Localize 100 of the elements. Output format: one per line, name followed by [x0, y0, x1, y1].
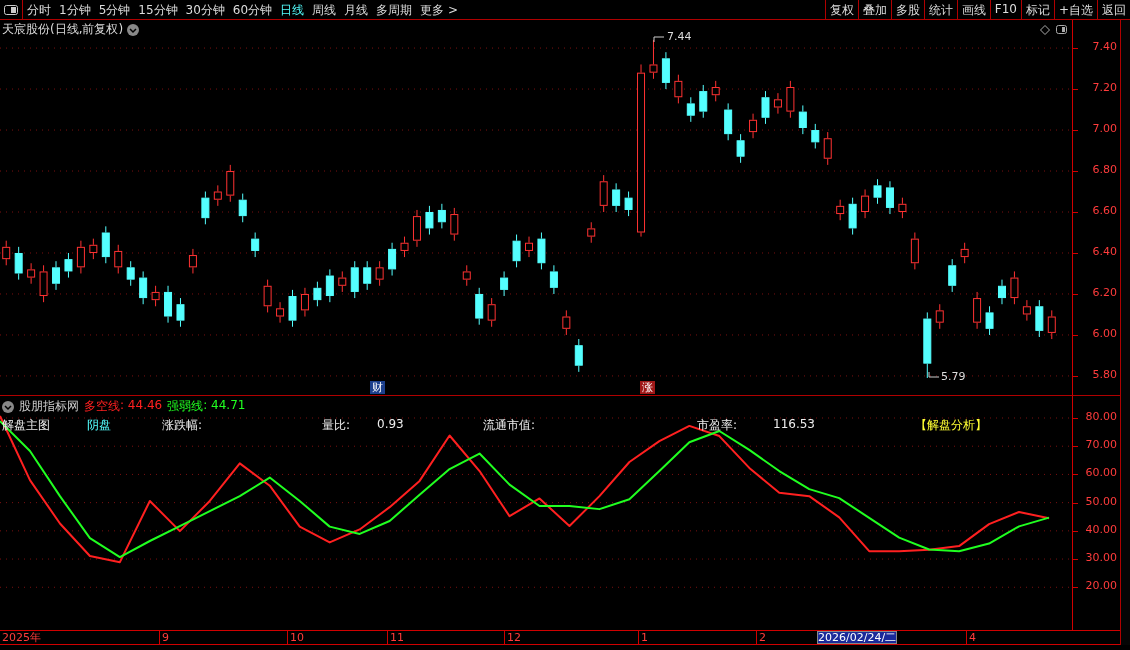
axis-label: 80.00 — [1085, 410, 1117, 423]
candlestick — [52, 260, 60, 291]
date-label: 2025年 — [2, 631, 41, 644]
period-tab[interactable]: 60分钟 — [228, 0, 277, 19]
leader-line — [653, 36, 665, 43]
field-label: 涨跌幅: — [162, 417, 203, 434]
dropdown-icon[interactable] — [127, 23, 140, 36]
candlestick — [288, 289, 297, 328]
candlestick — [226, 164, 235, 203]
candlestick — [500, 270, 509, 297]
toolbar-button[interactable]: 统计 — [923, 0, 957, 19]
period-tab[interactable]: 日线 — [276, 0, 309, 19]
axis-label: 6.20 — [1092, 285, 1117, 299]
candlestick — [649, 39, 658, 80]
toolbar-button[interactable]: 多股 — [890, 0, 924, 19]
candlestick — [599, 174, 608, 213]
candlestick — [612, 182, 621, 213]
candlestick — [39, 264, 48, 303]
candlestick — [462, 264, 471, 287]
axis-label: 60.00 — [1085, 466, 1117, 480]
toolbar-button[interactable]: 复权 — [824, 0, 858, 19]
toolbar-button[interactable]: 返回 — [1097, 0, 1130, 19]
candlestick — [425, 205, 434, 236]
candlestick — [300, 287, 309, 317]
candlestick — [910, 232, 919, 270]
candlestick — [823, 131, 832, 166]
candlestick — [475, 287, 484, 326]
candlestick — [251, 232, 260, 258]
period-tab[interactable]: 周线 — [308, 0, 341, 19]
axis-label: 6.60 — [1092, 204, 1117, 217]
candlestick — [973, 291, 982, 330]
toolbar-button[interactable]: F10 — [989, 0, 1021, 19]
event-marker[interactable]: 涨 — [640, 381, 655, 394]
toolbar-button[interactable]: 标记 — [1020, 0, 1054, 19]
low-price-label: 5.79 — [941, 370, 966, 383]
axis-label: 20.00 — [1085, 579, 1117, 593]
date-label: 12 — [507, 631, 521, 644]
diamond-icon[interactable] — [1040, 25, 1050, 35]
candlestick — [487, 297, 496, 328]
date-label: 11 — [390, 631, 404, 644]
period-tab[interactable]: 多周期 — [372, 0, 417, 19]
candlestick — [711, 80, 720, 102]
candlestick — [238, 193, 247, 223]
candlestick — [923, 311, 932, 379]
candlestick — [699, 84, 708, 119]
candlestick — [14, 246, 23, 281]
axis-label: 50.00 — [1085, 494, 1117, 508]
candlestick — [861, 188, 870, 219]
candlestick — [537, 232, 546, 270]
panel-toggle-icon[interactable] — [1056, 25, 1067, 34]
candlestick — [151, 285, 160, 307]
candlestick — [114, 244, 123, 274]
period-tab[interactable]: 5分钟 — [94, 0, 135, 19]
candlestick — [624, 191, 633, 217]
legend-name: 多空线 — [84, 398, 120, 415]
legend-value: : 44.46 — [120, 398, 163, 414]
period-tab[interactable]: 30分钟 — [181, 0, 229, 19]
period-tab[interactable]: 15分钟 — [134, 0, 182, 19]
field-label: 流通市值: — [483, 417, 536, 434]
period-tab[interactable]: 分时 — [23, 0, 55, 19]
candlestick — [325, 268, 334, 303]
candlestick — [811, 123, 820, 149]
toolbar-button[interactable]: 画线 — [956, 0, 990, 19]
candlestick — [76, 240, 85, 274]
high-price-label: 7.44 — [667, 30, 692, 43]
axis-label: 5.80 — [1092, 367, 1117, 381]
candlestick — [437, 203, 446, 229]
field-value: 116.53 — [773, 417, 815, 431]
field-value: 0.93 — [377, 417, 404, 431]
candlestick — [686, 96, 695, 123]
candlestick — [188, 248, 197, 274]
candlestick — [126, 260, 135, 287]
candlestick — [661, 51, 670, 90]
candlestick — [139, 270, 148, 305]
dropdown-icon[interactable] — [2, 400, 14, 413]
status-tag: 阴盘 — [87, 417, 111, 434]
event-marker[interactable]: 财 — [370, 381, 385, 394]
period-tab[interactable]: 月线 — [340, 0, 373, 19]
axis-label: 70.00 — [1085, 438, 1117, 452]
analysis-link[interactable]: 【解盘分析】 — [915, 417, 987, 434]
candlestick — [400, 236, 409, 258]
date-label: 9 — [162, 631, 169, 644]
candlestick — [798, 104, 807, 135]
candlestick — [388, 242, 397, 277]
axis-label: 6.40 — [1092, 245, 1117, 258]
candlestick — [836, 199, 845, 221]
candlestick — [724, 102, 733, 141]
period-tab[interactable]: 1分钟 — [55, 0, 95, 19]
candlestick — [525, 236, 533, 258]
candlestick — [213, 184, 222, 207]
toolbar-button[interactable]: 叠加 — [857, 0, 891, 19]
chart-title: 天宸股份(日线,前复权) — [2, 21, 124, 38]
candlestick — [350, 260, 359, 299]
candlestick — [885, 180, 894, 215]
candlestick — [587, 221, 596, 244]
period-tab[interactable]: 更多 > — [416, 0, 462, 19]
candlestick — [338, 270, 347, 293]
candlestick — [935, 303, 944, 330]
toolbar-button[interactable]: +自选 — [1053, 0, 1097, 19]
candlestick — [276, 301, 285, 324]
